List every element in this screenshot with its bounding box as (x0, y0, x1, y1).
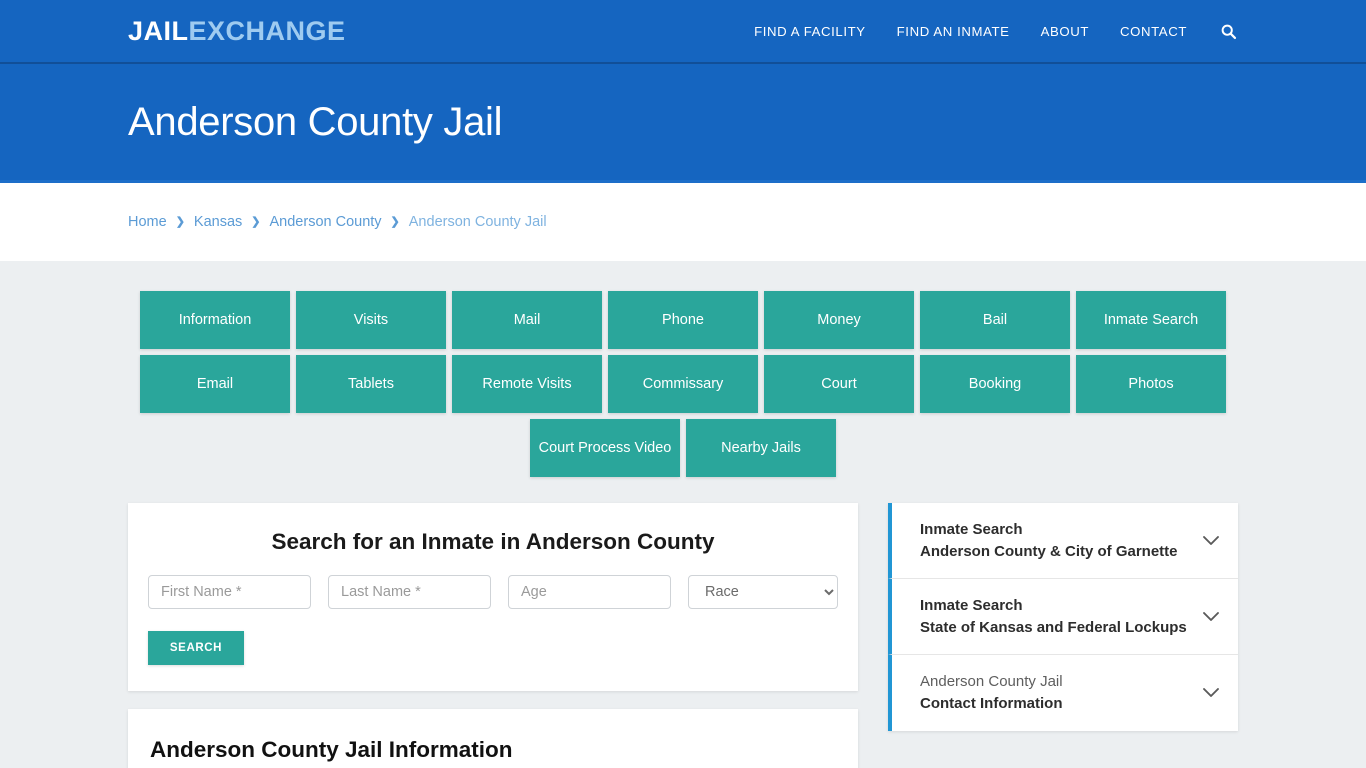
section-button-court[interactable]: Court (764, 355, 914, 413)
inmate-search-card: Search for an Inmate in Anderson County … (128, 503, 858, 691)
last-name-input[interactable] (328, 575, 491, 609)
section-button-information[interactable]: Information (140, 291, 290, 349)
accordion-title-line2: State of Kansas and Federal Lockups (920, 618, 1187, 636)
nav-item-about[interactable]: ABOUT (1041, 24, 1089, 39)
accordion-item-inmate-search-state[interactable]: Inmate Search State of Kansas and Federa… (888, 579, 1238, 655)
jail-information-card: Anderson County Jail Information (128, 709, 858, 768)
accordion-title-line1: Inmate Search (920, 520, 1023, 538)
chevron-right-icon: ❯ (251, 215, 261, 228)
content-container: Search for an Inmate in Anderson County … (128, 503, 1238, 768)
breadcrumb-item-anderson-county[interactable]: Anderson County (270, 214, 382, 230)
chevron-right-icon: ❯ (390, 215, 400, 228)
nav-item-contact[interactable]: CONTACT (1120, 24, 1187, 39)
breadcrumb: Home ❯ Kansas ❯ Anderson County ❯ Anders… (128, 214, 547, 230)
top-navigation-bar: JAILEXCHANGE FIND A FACILITY FIND AN INM… (0, 0, 1366, 64)
section-button-remote-visits[interactable]: Remote Visits (452, 355, 602, 413)
breadcrumb-item-kansas[interactable]: Kansas (194, 214, 242, 230)
facility-section-buttons-row3: Court Process Video Nearby Jails (0, 419, 1366, 477)
facility-section-buttons: Information Visits Mail Phone Money Bail… (137, 291, 1229, 413)
section-button-email[interactable]: Email (140, 355, 290, 413)
first-name-input[interactable] (148, 575, 311, 609)
section-button-phone[interactable]: Phone (608, 291, 758, 349)
sidebar-accordion: Inmate Search Anderson County & City of … (888, 503, 1238, 731)
logo-text-secondary: EXCHANGE (188, 15, 346, 46)
chevron-right-icon: ❯ (175, 215, 185, 228)
chevron-down-icon[interactable] (1200, 682, 1222, 704)
breadcrumb-item-anderson-county-jail[interactable]: Anderson County Jail (409, 214, 547, 230)
site-logo[interactable]: JAILEXCHANGE (128, 15, 346, 46)
logo-text-primary: JAIL (128, 15, 189, 46)
accordion-title-line2: Contact Information (920, 695, 1063, 712)
main-content: Information Visits Mail Phone Money Bail… (0, 261, 1366, 768)
page-hero: Anderson County Jail (0, 64, 1366, 183)
inmate-search-heading: Search for an Inmate in Anderson County (271, 529, 715, 554)
section-button-commissary[interactable]: Commissary (608, 355, 758, 413)
right-column: Inmate Search Anderson County & City of … (888, 503, 1238, 731)
chevron-down-icon[interactable] (1200, 530, 1222, 552)
race-select[interactable]: Race (688, 575, 838, 609)
section-button-court-process-video[interactable]: Court Process Video (530, 419, 680, 477)
search-submit-button[interactable]: SEARCH (148, 631, 244, 665)
accordion-item-text: Inmate Search State of Kansas and Federa… (920, 595, 1190, 639)
breadcrumb-item-home[interactable]: Home (128, 214, 167, 230)
accordion-item-text: Anderson County Jail Contact Information (920, 671, 1190, 715)
nav-item-find-a-facility[interactable]: FIND A FACILITY (754, 24, 866, 39)
accordion-item-contact-information[interactable]: Anderson County Jail Contact Information (888, 655, 1238, 731)
content-columns: Search for an Inmate in Anderson County … (128, 503, 1238, 768)
accordion-title-line1: Anderson County Jail (920, 673, 1063, 691)
inmate-search-fields: Race (148, 575, 838, 609)
section-button-visits[interactable]: Visits (296, 291, 446, 349)
section-button-bail[interactable]: Bail (920, 291, 1070, 349)
accordion-title-line1: Inmate Search (920, 596, 1023, 614)
section-button-booking[interactable]: Booking (920, 355, 1070, 413)
accordion-item-text: Inmate Search Anderson County & City of … (920, 519, 1190, 563)
nav-item-find-an-inmate[interactable]: FIND AN INMATE (897, 24, 1010, 39)
accordion-item-inmate-search-county[interactable]: Inmate Search Anderson County & City of … (888, 503, 1238, 579)
section-button-inmate-search[interactable]: Inmate Search (1076, 291, 1226, 349)
accordion-title-line2: Anderson County & City of Garnette (920, 542, 1178, 560)
age-input[interactable] (508, 575, 671, 609)
section-button-money[interactable]: Money (764, 291, 914, 349)
primary-nav-links: FIND A FACILITY FIND AN INMATE ABOUT CON… (754, 21, 1238, 41)
section-button-nearby-jails[interactable]: Nearby Jails (686, 419, 836, 477)
jail-information-heading: Anderson County Jail Information (150, 737, 513, 762)
chevron-down-icon[interactable] (1200, 606, 1222, 628)
section-button-mail[interactable]: Mail (452, 291, 602, 349)
breadcrumb-bar: Home ❯ Kansas ❯ Anderson County ❯ Anders… (0, 183, 1366, 261)
search-icon[interactable] (1218, 21, 1238, 41)
section-button-photos[interactable]: Photos (1076, 355, 1226, 413)
section-button-tablets[interactable]: Tablets (296, 355, 446, 413)
page-title: Anderson County Jail (128, 99, 503, 144)
left-column: Search for an Inmate in Anderson County … (128, 503, 858, 768)
